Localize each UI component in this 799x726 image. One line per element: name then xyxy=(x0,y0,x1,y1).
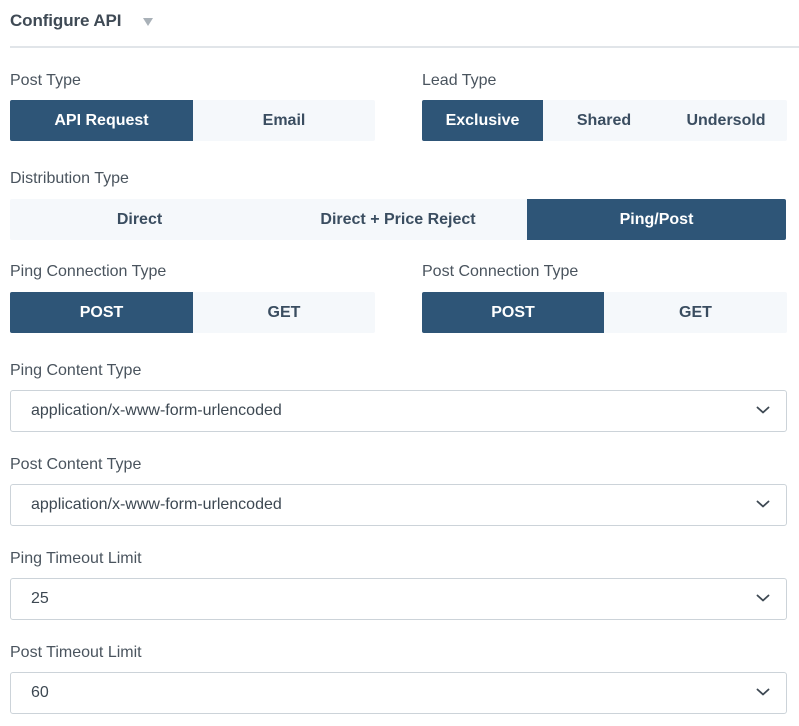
ping-content-type-select[interactable]: application/x-www-form-urlencoded xyxy=(10,390,787,432)
chevron-down-icon xyxy=(756,406,770,414)
ping-connection-get-button[interactable]: GET xyxy=(193,292,375,333)
post-type-api-request-button[interactable]: API Request xyxy=(10,100,193,141)
ping-connection-type-label: Ping Connection Type xyxy=(10,263,167,280)
post-connection-type-toggle: POST GET xyxy=(422,292,787,333)
lead-type-label: Lead Type xyxy=(422,72,497,89)
chevron-down-icon xyxy=(756,594,770,602)
chevron-down-icon xyxy=(756,500,770,508)
lead-type-exclusive-button[interactable]: Exclusive xyxy=(422,100,543,141)
post-type-label: Post Type xyxy=(10,72,81,89)
post-type-email-button[interactable]: Email xyxy=(193,100,375,141)
ping-timeout-limit-value: 25 xyxy=(31,590,49,607)
caret-down-icon[interactable] xyxy=(143,17,154,26)
ping-content-type-value: application/x-www-form-urlencoded xyxy=(31,402,282,419)
post-connection-type-label: Post Connection Type xyxy=(422,263,579,280)
chevron-down-icon xyxy=(756,688,770,696)
post-content-type-value: application/x-www-form-urlencoded xyxy=(31,496,282,513)
post-connection-get-button[interactable]: GET xyxy=(604,292,787,333)
distribution-type-label: Distribution Type xyxy=(10,170,129,187)
ping-timeout-limit-select[interactable]: 25 xyxy=(10,578,787,620)
lead-type-undersold-button[interactable]: Undersold xyxy=(665,100,787,141)
page-title: Configure API xyxy=(10,11,122,30)
divider xyxy=(10,46,799,48)
post-timeout-limit-value: 60 xyxy=(31,684,49,701)
distribution-type-toggle: Direct Direct + Price Reject Ping/Post xyxy=(10,199,786,240)
distribution-type-ping-post-button[interactable]: Ping/Post xyxy=(527,199,786,240)
post-connection-post-button[interactable]: POST xyxy=(422,292,604,333)
post-content-type-label: Post Content Type xyxy=(10,456,142,473)
lead-type-toggle: Exclusive Shared Undersold xyxy=(422,100,787,141)
post-timeout-limit-select[interactable]: 60 xyxy=(10,672,787,714)
ping-timeout-limit-label: Ping Timeout Limit xyxy=(10,550,142,567)
post-type-toggle: API Request Email xyxy=(10,100,375,141)
section-header[interactable]: Configure API xyxy=(10,10,154,32)
post-content-type-select[interactable]: application/x-www-form-urlencoded xyxy=(10,484,787,526)
ping-content-type-label: Ping Content Type xyxy=(10,362,142,379)
post-timeout-limit-label: Post Timeout Limit xyxy=(10,644,142,661)
lead-type-shared-button[interactable]: Shared xyxy=(543,100,665,141)
ping-connection-post-button[interactable]: POST xyxy=(10,292,193,333)
ping-connection-type-toggle: POST GET xyxy=(10,292,375,333)
distribution-type-direct-button[interactable]: Direct xyxy=(10,199,269,240)
distribution-type-direct-price-reject-button[interactable]: Direct + Price Reject xyxy=(269,199,527,240)
